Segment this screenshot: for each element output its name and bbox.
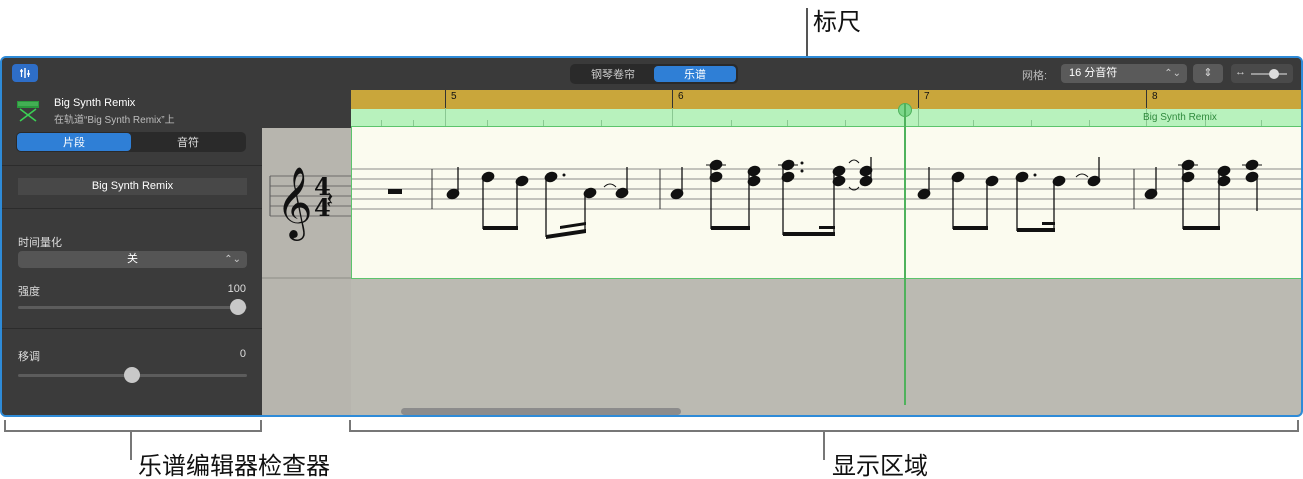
ruler-bar-number: 5 — [451, 91, 457, 102]
tab-notes[interactable]: 音符 — [131, 133, 245, 151]
score-region[interactable] — [351, 127, 1301, 279]
midi-region-icon — [17, 101, 39, 122]
display-bracket — [349, 420, 1299, 432]
score-inspector: Big Synth Remix 在轨道“Big Synth Remix”上 片段… — [2, 90, 262, 415]
grid-select[interactable]: 16 分音符 ⌃⌄ — [1061, 64, 1187, 83]
ruler[interactable]: 5 6 7 8 — [351, 90, 1301, 109]
zoom-knob[interactable] — [1269, 69, 1279, 79]
ruler-bar-marker — [918, 90, 919, 109]
staff-header: 𝄞 4 4 𝄽 — [262, 128, 351, 415]
strength-label: 强度 — [18, 286, 40, 298]
inspector-icon — [20, 68, 30, 78]
divider — [2, 208, 262, 209]
ruler-bar-marker — [445, 90, 446, 109]
half-rest-icon — [388, 189, 402, 194]
horizontal-zoom-icon: ↔ — [1235, 66, 1246, 78]
clef-and-time-signature: 𝄞 4 4 𝄽 — [262, 165, 351, 279]
transpose-label: 移调 — [18, 351, 40, 363]
tab-score[interactable]: 乐谱 — [654, 66, 736, 82]
region-name: Big Synth Remix — [54, 97, 136, 109]
region-name-field[interactable]: Big Synth Remix — [18, 178, 247, 195]
chevron-updown-icon: ⌃⌄ — [224, 254, 241, 265]
ruler-bar-number: 8 — [1152, 91, 1158, 102]
transpose-value: 0 — [239, 348, 246, 360]
fit-button[interactable]: ⇕ — [1193, 64, 1223, 83]
inspector-callout: 乐谱编辑器检查器 — [138, 453, 330, 479]
display-bracket-stem — [823, 432, 825, 460]
score-display-area: 5 6 7 8 Big Synth Remix — [351, 90, 1301, 415]
score-notation — [352, 157, 1301, 239]
ruler-bar-marker — [672, 90, 673, 109]
strength-value: 100 — [227, 283, 246, 295]
score-editor-window: 钢琴卷帘 乐谱 网格: 16 分音符 ⌃⌄ ⇕ ↔ Big Synth Remi… — [0, 56, 1303, 417]
treble-clef-icon: 𝄞 — [276, 165, 313, 241]
quantize-value: 关 — [127, 253, 138, 265]
inspector-bracket — [4, 420, 262, 432]
toolbar: 钢琴卷帘 乐谱 网格: 16 分音符 ⌃⌄ ⇕ ↔ — [2, 58, 1301, 90]
view-switcher: 钢琴卷帘 乐谱 — [570, 64, 738, 84]
quantize-label: 时间量化 — [18, 237, 62, 249]
tab-region[interactable]: 片段 — [17, 133, 131, 151]
grid-value: 16 分音符 — [1069, 67, 1118, 79]
playhead[interactable] — [904, 103, 906, 405]
ruler-callout: 标尺 — [813, 9, 861, 36]
region-label: Big Synth Remix — [1143, 112, 1217, 123]
chevron-updown-icon: ⌃⌄ — [1164, 68, 1181, 79]
ruler-bar-number: 7 — [924, 91, 930, 102]
zoom-slider[interactable]: ↔ — [1231, 64, 1293, 83]
ruler-bar-number: 6 — [678, 91, 684, 102]
divider — [2, 328, 262, 329]
inspector-toggle-button[interactable] — [12, 64, 38, 82]
inspector-mode-switcher: 片段 音符 — [16, 132, 246, 152]
inspector-bracket-stem — [130, 432, 132, 460]
quantize-select[interactable]: 关 ⌃⌄ — [18, 251, 247, 268]
tab-piano-roll[interactable]: 钢琴卷帘 — [572, 66, 654, 82]
transpose-slider-knob[interactable] — [124, 367, 140, 383]
horizontal-scrollbar[interactable] — [401, 408, 681, 415]
quarter-rest-icon: 𝄽 — [326, 186, 333, 214]
strength-slider-knob[interactable] — [230, 299, 246, 315]
divider — [2, 165, 262, 166]
region-header[interactable]: Big Synth Remix — [351, 108, 1301, 127]
ruler-bar-marker — [1146, 90, 1147, 109]
fit-vertical-icon: ⇕ — [1203, 67, 1213, 79]
region-track-info: 在轨道“Big Synth Remix”上 — [54, 115, 175, 126]
display-callout: 显示区域 — [832, 453, 928, 479]
strength-slider[interactable] — [18, 306, 247, 309]
grid-label: 网格: — [1022, 70, 1048, 82]
